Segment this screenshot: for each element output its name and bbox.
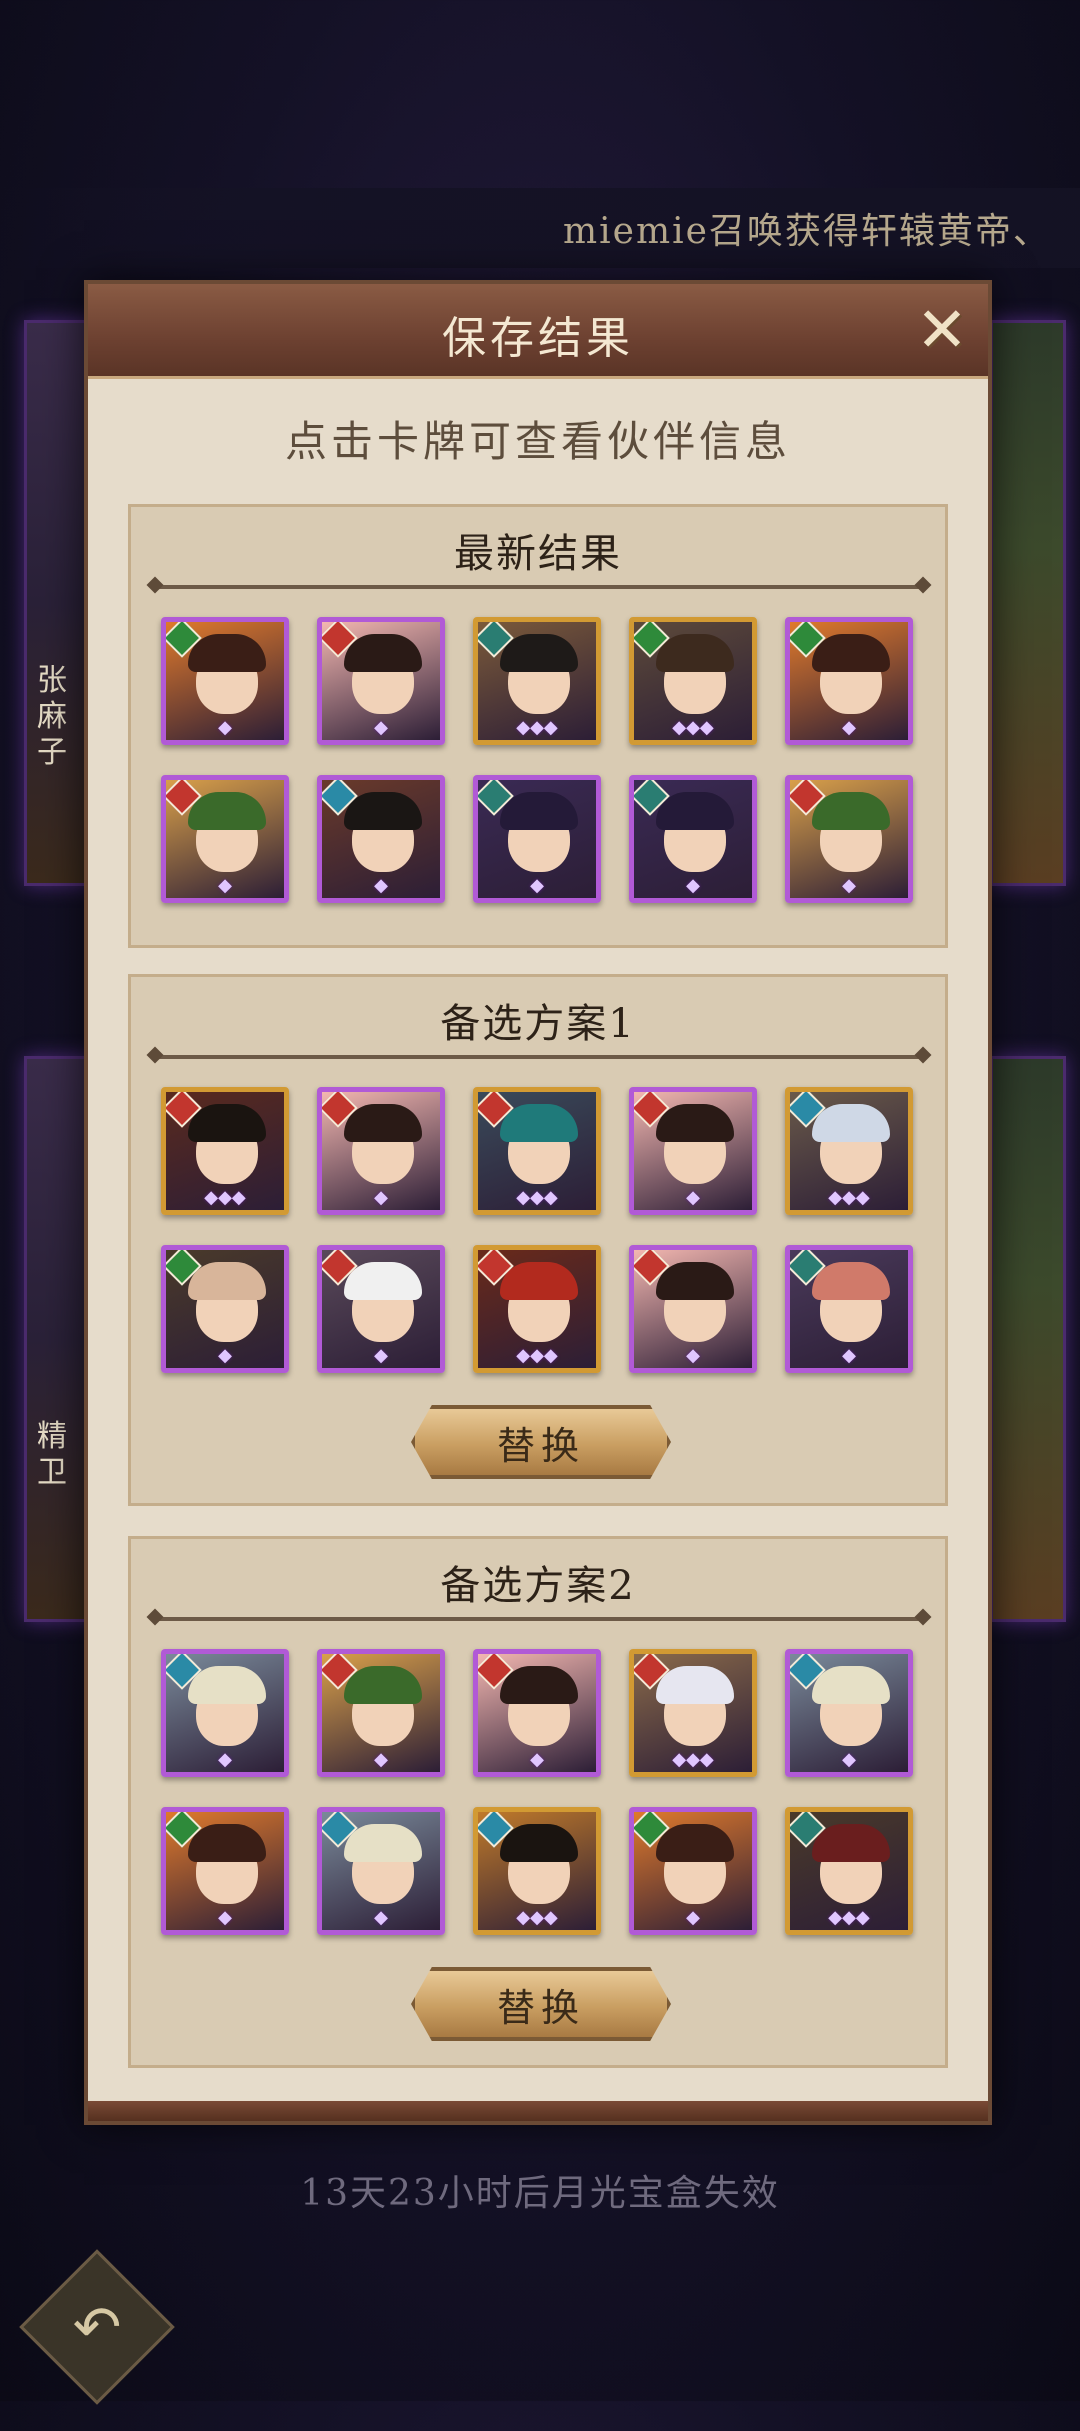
star-rating-icon: ◆ bbox=[374, 1187, 388, 1208]
back-button[interactable]: ↶ bbox=[19, 2249, 175, 2405]
section-title: 备选方案2 bbox=[440, 1563, 636, 1609]
star-rating-icon: ◆ bbox=[218, 717, 232, 738]
announcement-text: miemie召唤获得轩辕黄帝、 bbox=[563, 211, 1051, 252]
hero-card[interactable]: ◆ bbox=[473, 1649, 601, 1777]
hero-card[interactable]: ◆ bbox=[785, 775, 913, 903]
dialog-title: 保存结果 bbox=[442, 313, 634, 364]
hero-card[interactable]: ◆◆◆ bbox=[785, 1087, 913, 1215]
star-rating-icon: ◆◆◆ bbox=[672, 1749, 714, 1770]
hero-card[interactable]: ◆ bbox=[317, 1807, 445, 1935]
section-divider bbox=[153, 585, 925, 589]
star-rating-icon: ◆ bbox=[374, 1907, 388, 1928]
expiry-notice: 13天23小时后月光宝盒失效 bbox=[300, 2173, 780, 2214]
star-rating-icon: ◆ bbox=[374, 717, 388, 738]
section-title: 最新结果 bbox=[454, 531, 622, 577]
hero-card[interactable]: ◆◆◆ bbox=[473, 1245, 601, 1373]
section-divider bbox=[153, 1055, 925, 1059]
star-rating-icon: ◆ bbox=[686, 1907, 700, 1928]
star-rating-icon: ◆ bbox=[530, 875, 544, 896]
star-rating-icon: ◆ bbox=[686, 875, 700, 896]
hero-card[interactable]: ◆ bbox=[161, 1807, 289, 1935]
hero-card[interactable]: ◆ bbox=[629, 1807, 757, 1935]
close-icon[interactable]: ✕ bbox=[914, 299, 970, 361]
star-rating-icon: ◆◆◆ bbox=[516, 1907, 558, 1928]
swap-button[interactable]: 替换 bbox=[411, 1967, 671, 2041]
hero-card[interactable]: ◆ bbox=[629, 775, 757, 903]
hero-card[interactable]: ◆◆◆ bbox=[473, 1087, 601, 1215]
hero-card[interactable]: ◆ bbox=[785, 1245, 913, 1373]
hero-card[interactable]: ◆ bbox=[161, 617, 289, 745]
star-rating-icon: ◆ bbox=[374, 875, 388, 896]
hero-card[interactable]: ◆◆◆ bbox=[629, 1649, 757, 1777]
section-alternative-1: 备选方案1 ◆◆◆ ◆ ◆◆◆ ◆ ◆◆◆ ◆ ◆ ◆◆◆ ◆ ◆ 替换 bbox=[128, 974, 948, 1506]
background-card-name: 张麻子 bbox=[37, 663, 67, 770]
hero-card[interactable]: ◆ bbox=[317, 1245, 445, 1373]
section-divider bbox=[153, 1617, 925, 1621]
star-rating-icon: ◆◆◆ bbox=[516, 717, 558, 738]
hero-card[interactable]: ◆◆◆ bbox=[473, 617, 601, 745]
star-rating-icon: ◆◆◆ bbox=[516, 1187, 558, 1208]
section-latest-result: 最新结果 ◆ ◆ ◆◆◆ ◆◆◆ ◆ ◆ ◆ ◆ ◆ ◆ bbox=[128, 504, 948, 948]
hero-card[interactable]: ◆ bbox=[785, 1649, 913, 1777]
hero-card[interactable]: ◆ bbox=[161, 1245, 289, 1373]
hero-card[interactable]: ◆ bbox=[317, 617, 445, 745]
dialog-footer bbox=[88, 2101, 988, 2121]
hero-card[interactable]: ◆ bbox=[317, 1087, 445, 1215]
hero-card[interactable]: ◆ bbox=[161, 1649, 289, 1777]
hero-card[interactable]: ◆ bbox=[473, 775, 601, 903]
hero-card[interactable]: ◆◆◆ bbox=[785, 1807, 913, 1935]
star-rating-icon: ◆ bbox=[530, 1749, 544, 1770]
hero-card[interactable]: ◆ bbox=[629, 1245, 757, 1373]
star-rating-icon: ◆ bbox=[686, 1187, 700, 1208]
star-rating-icon: ◆ bbox=[218, 1907, 232, 1928]
hero-card[interactable]: ◆ bbox=[317, 1649, 445, 1777]
star-rating-icon: ◆ bbox=[218, 875, 232, 896]
star-rating-icon: ◆ bbox=[842, 1345, 856, 1366]
star-rating-icon: ◆ bbox=[686, 1345, 700, 1366]
hero-card[interactable]: ◆◆◆ bbox=[629, 617, 757, 745]
section-title: 备选方案1 bbox=[440, 1001, 636, 1047]
star-rating-icon: ◆◆◆ bbox=[204, 1187, 246, 1208]
background-card-right-2[interactable] bbox=[990, 1056, 1066, 1622]
hero-card[interactable]: ◆◆◆ bbox=[161, 1087, 289, 1215]
star-rating-icon: ◆◆◆ bbox=[828, 1907, 870, 1928]
back-arrow-icon: ↶ bbox=[72, 2293, 122, 2361]
star-rating-icon: ◆ bbox=[842, 717, 856, 738]
section-alternative-2: 备选方案2 ◆ ◆ ◆ ◆◆◆ ◆ ◆ ◆ ◆◆◆ ◆ ◆◆◆ 替换 bbox=[128, 1536, 948, 2068]
hero-card[interactable]: ◆◆◆ bbox=[473, 1807, 601, 1935]
scrolling-announcement: miemie召唤获得轩辕黄帝、 bbox=[0, 188, 1080, 268]
star-rating-icon: ◆ bbox=[374, 1749, 388, 1770]
star-rating-icon: ◆ bbox=[842, 875, 856, 896]
star-rating-icon: ◆ bbox=[218, 1749, 232, 1770]
hero-card[interactable]: ◆ bbox=[161, 775, 289, 903]
star-rating-icon: ◆ bbox=[218, 1345, 232, 1366]
background-card-right-1[interactable] bbox=[990, 320, 1066, 886]
hero-card[interactable]: ◆ bbox=[317, 775, 445, 903]
star-rating-icon: ◆◆◆ bbox=[672, 717, 714, 738]
swap-button[interactable]: 替换 bbox=[411, 1405, 671, 1479]
dialog-hint: 点击卡牌可查看伙伴信息 bbox=[284, 417, 791, 466]
star-rating-icon: ◆ bbox=[374, 1345, 388, 1366]
dialog-header: 保存结果 ✕ bbox=[88, 284, 988, 379]
star-rating-icon: ◆◆◆ bbox=[828, 1187, 870, 1208]
hero-card[interactable]: ◆ bbox=[785, 617, 913, 745]
save-result-dialog: 保存结果 ✕ 点击卡牌可查看伙伴信息 最新结果 ◆ ◆ ◆◆◆ ◆◆◆ ◆ ◆ ◆ ◆ ◆ ◆ 备… bbox=[84, 280, 992, 2125]
star-rating-icon: ◆ bbox=[842, 1749, 856, 1770]
background-card-name: 精卫 bbox=[37, 1419, 67, 1490]
hero-card[interactable]: ◆ bbox=[629, 1087, 757, 1215]
star-rating-icon: ◆◆◆ bbox=[516, 1345, 558, 1366]
